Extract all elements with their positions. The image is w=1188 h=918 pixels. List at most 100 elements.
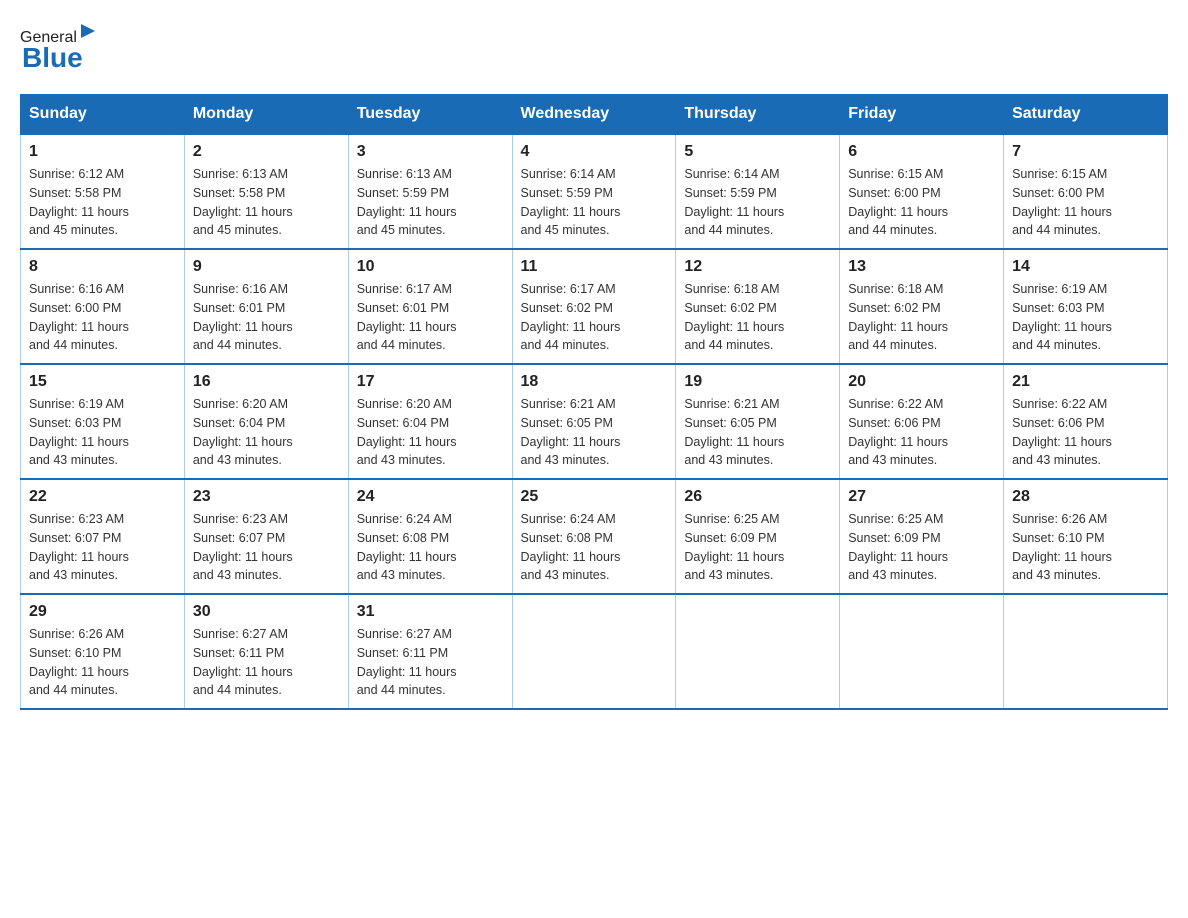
day-info: Sunrise: 6:20 AMSunset: 6:04 PMDaylight:…: [193, 395, 340, 470]
header-saturday: Saturday: [1004, 95, 1168, 135]
day-number: 20: [848, 373, 995, 391]
calendar-cell: 10 Sunrise: 6:17 AMSunset: 6:01 PMDayligh…: [348, 249, 512, 364]
day-info: Sunrise: 6:16 AMSunset: 6:01 PMDaylight:…: [193, 280, 340, 355]
day-number: 26: [684, 488, 831, 506]
calendar-cell: 21 Sunrise: 6:22 AMSunset: 6:06 PMDayligh…: [1004, 364, 1168, 479]
calendar-cell: [676, 594, 840, 709]
day-number: 24: [357, 488, 504, 506]
day-info: Sunrise: 6:21 AMSunset: 6:05 PMDaylight:…: [521, 395, 668, 470]
day-info: Sunrise: 6:19 AMSunset: 6:03 PMDaylight:…: [1012, 280, 1159, 355]
day-number: 5: [684, 143, 831, 161]
day-info: Sunrise: 6:12 AMSunset: 5:58 PMDaylight:…: [29, 165, 176, 240]
day-info: Sunrise: 6:27 AMSunset: 6:11 PMDaylight:…: [193, 625, 340, 700]
day-info: Sunrise: 6:17 AMSunset: 6:02 PMDaylight:…: [521, 280, 668, 355]
day-number: 8: [29, 258, 176, 276]
day-info: Sunrise: 6:17 AMSunset: 6:01 PMDaylight:…: [357, 280, 504, 355]
day-number: 10: [357, 258, 504, 276]
calendar-cell: 29Sunrise: 6:26 AMSunset: 6:10 PMDayligh…: [21, 594, 185, 709]
day-number: 25: [521, 488, 668, 506]
day-info: Sunrise: 6:15 AMSunset: 6:00 PMDaylight:…: [1012, 165, 1159, 240]
calendar-cell: 22 Sunrise: 6:23 AMSunset: 6:07 PMDayligh…: [21, 479, 185, 594]
calendar-cell: 16Sunrise: 6:20 AMSunset: 6:04 PMDayligh…: [184, 364, 348, 479]
week-row-2: 8 Sunrise: 6:16 AMSunset: 6:00 PMDaylight…: [21, 249, 1168, 364]
day-number: 23: [193, 488, 340, 506]
day-number: 2: [193, 143, 340, 161]
week-row-1: 1 Sunrise: 6:12 AMSunset: 5:58 PMDaylight…: [21, 134, 1168, 249]
calendar-cell: 2 Sunrise: 6:13 AMSunset: 5:58 PMDaylight…: [184, 134, 348, 249]
day-number: 3: [357, 143, 504, 161]
day-info: Sunrise: 6:18 AMSunset: 6:02 PMDaylight:…: [848, 280, 995, 355]
day-number: 27: [848, 488, 995, 506]
calendar-cell: 1 Sunrise: 6:12 AMSunset: 5:58 PMDaylight…: [21, 134, 185, 249]
week-row-5: 29Sunrise: 6:26 AMSunset: 6:10 PMDayligh…: [21, 594, 1168, 709]
day-number: 9: [193, 258, 340, 276]
day-number: 22: [29, 488, 176, 506]
day-number: 1: [29, 143, 176, 161]
header-tuesday: Tuesday: [348, 95, 512, 135]
calendar-cell: 17Sunrise: 6:20 AMSunset: 6:04 PMDayligh…: [348, 364, 512, 479]
day-number: 6: [848, 143, 995, 161]
calendar-table: SundayMondayTuesdayWednesdayThursdayFrid…: [20, 94, 1168, 710]
day-number: 12: [684, 258, 831, 276]
calendar-cell: 19Sunrise: 6:21 AMSunset: 6:05 PMDayligh…: [676, 364, 840, 479]
day-number: 13: [848, 258, 995, 276]
day-number: 31: [357, 603, 504, 621]
day-info: Sunrise: 6:22 AMSunset: 6:06 PMDaylight:…: [1012, 395, 1159, 470]
day-info: Sunrise: 6:13 AMSunset: 5:58 PMDaylight:…: [193, 165, 340, 240]
day-number: 29: [29, 603, 176, 621]
calendar-cell: 28Sunrise: 6:26 AMSunset: 6:10 PMDayligh…: [1004, 479, 1168, 594]
calendar-cell: 20 Sunrise: 6:22 AMSunset: 6:06 PMDayligh…: [840, 364, 1004, 479]
calendar-cell: 23 Sunrise: 6:23 AMSunset: 6:07 PMDayligh…: [184, 479, 348, 594]
calendar-cell: [1004, 594, 1168, 709]
day-number: 14: [1012, 258, 1159, 276]
header-thursday: Thursday: [676, 95, 840, 135]
day-info: Sunrise: 6:23 AMSunset: 6:07 PMDaylight:…: [29, 510, 176, 585]
day-number: 4: [521, 143, 668, 161]
day-number: 7: [1012, 143, 1159, 161]
day-number: 15: [29, 373, 176, 391]
calendar-cell: 24 Sunrise: 6:24 AMSunset: 6:08 PMDayligh…: [348, 479, 512, 594]
day-info: Sunrise: 6:22 AMSunset: 6:06 PMDaylight:…: [848, 395, 995, 470]
day-info: Sunrise: 6:13 AMSunset: 5:59 PMDaylight:…: [357, 165, 504, 240]
day-info: Sunrise: 6:23 AMSunset: 6:07 PMDaylight:…: [193, 510, 340, 585]
week-row-3: 15 Sunrise: 6:19 AMSunset: 6:03 PMDayligh…: [21, 364, 1168, 479]
day-info: Sunrise: 6:24 AMSunset: 6:08 PMDaylight:…: [357, 510, 504, 585]
week-row-4: 22 Sunrise: 6:23 AMSunset: 6:07 PMDayligh…: [21, 479, 1168, 594]
calendar-cell: 18Sunrise: 6:21 AMSunset: 6:05 PMDayligh…: [512, 364, 676, 479]
day-info: Sunrise: 6:16 AMSunset: 6:00 PMDaylight:…: [29, 280, 176, 355]
calendar-cell: 9 Sunrise: 6:16 AMSunset: 6:01 PMDaylight…: [184, 249, 348, 364]
logo-arrow-icon: [77, 20, 99, 42]
day-info: Sunrise: 6:15 AMSunset: 6:00 PMDaylight:…: [848, 165, 995, 240]
calendar-cell: 31 Sunrise: 6:27 AMSunset: 6:11 PMDayligh…: [348, 594, 512, 709]
header-friday: Friday: [840, 95, 1004, 135]
logo: General Blue: [20, 20, 99, 74]
header-wednesday: Wednesday: [512, 95, 676, 135]
calendar-cell: 5Sunrise: 6:14 AMSunset: 5:59 PMDaylight…: [676, 134, 840, 249]
header-sunday: Sunday: [21, 95, 185, 135]
logo-blue-text: Blue: [22, 42, 83, 74]
day-info: Sunrise: 6:21 AMSunset: 6:05 PMDaylight:…: [684, 395, 831, 470]
calendar-cell: 27 Sunrise: 6:25 AMSunset: 6:09 PMDayligh…: [840, 479, 1004, 594]
day-info: Sunrise: 6:18 AMSunset: 6:02 PMDaylight:…: [684, 280, 831, 355]
day-number: 30: [193, 603, 340, 621]
calendar-cell: 7 Sunrise: 6:15 AMSunset: 6:00 PMDaylight…: [1004, 134, 1168, 249]
day-number: 11: [521, 258, 668, 276]
day-info: Sunrise: 6:14 AMSunset: 5:59 PMDaylight:…: [521, 165, 668, 240]
day-number: 28: [1012, 488, 1159, 506]
day-info: Sunrise: 6:20 AMSunset: 6:04 PMDaylight:…: [357, 395, 504, 470]
calendar-cell: 3 Sunrise: 6:13 AMSunset: 5:59 PMDaylight…: [348, 134, 512, 249]
weekday-header-row: SundayMondayTuesdayWednesdayThursdayFrid…: [21, 95, 1168, 135]
calendar-cell: [840, 594, 1004, 709]
day-info: Sunrise: 6:25 AMSunset: 6:09 PMDaylight:…: [684, 510, 831, 585]
calendar-cell: 25Sunrise: 6:24 AMSunset: 6:08 PMDayligh…: [512, 479, 676, 594]
day-info: Sunrise: 6:25 AMSunset: 6:09 PMDaylight:…: [848, 510, 995, 585]
calendar-cell: 11 Sunrise: 6:17 AMSunset: 6:02 PMDayligh…: [512, 249, 676, 364]
calendar-cell: 14 Sunrise: 6:19 AMSunset: 6:03 PMDayligh…: [1004, 249, 1168, 364]
calendar-cell: 4 Sunrise: 6:14 AMSunset: 5:59 PMDaylight…: [512, 134, 676, 249]
calendar-cell: 30 Sunrise: 6:27 AMSunset: 6:11 PMDayligh…: [184, 594, 348, 709]
calendar-cell: 8 Sunrise: 6:16 AMSunset: 6:00 PMDaylight…: [21, 249, 185, 364]
day-number: 21: [1012, 373, 1159, 391]
day-info: Sunrise: 6:27 AMSunset: 6:11 PMDaylight:…: [357, 625, 504, 700]
day-info: Sunrise: 6:19 AMSunset: 6:03 PMDaylight:…: [29, 395, 176, 470]
calendar-cell: 13 Sunrise: 6:18 AMSunset: 6:02 PMDayligh…: [840, 249, 1004, 364]
